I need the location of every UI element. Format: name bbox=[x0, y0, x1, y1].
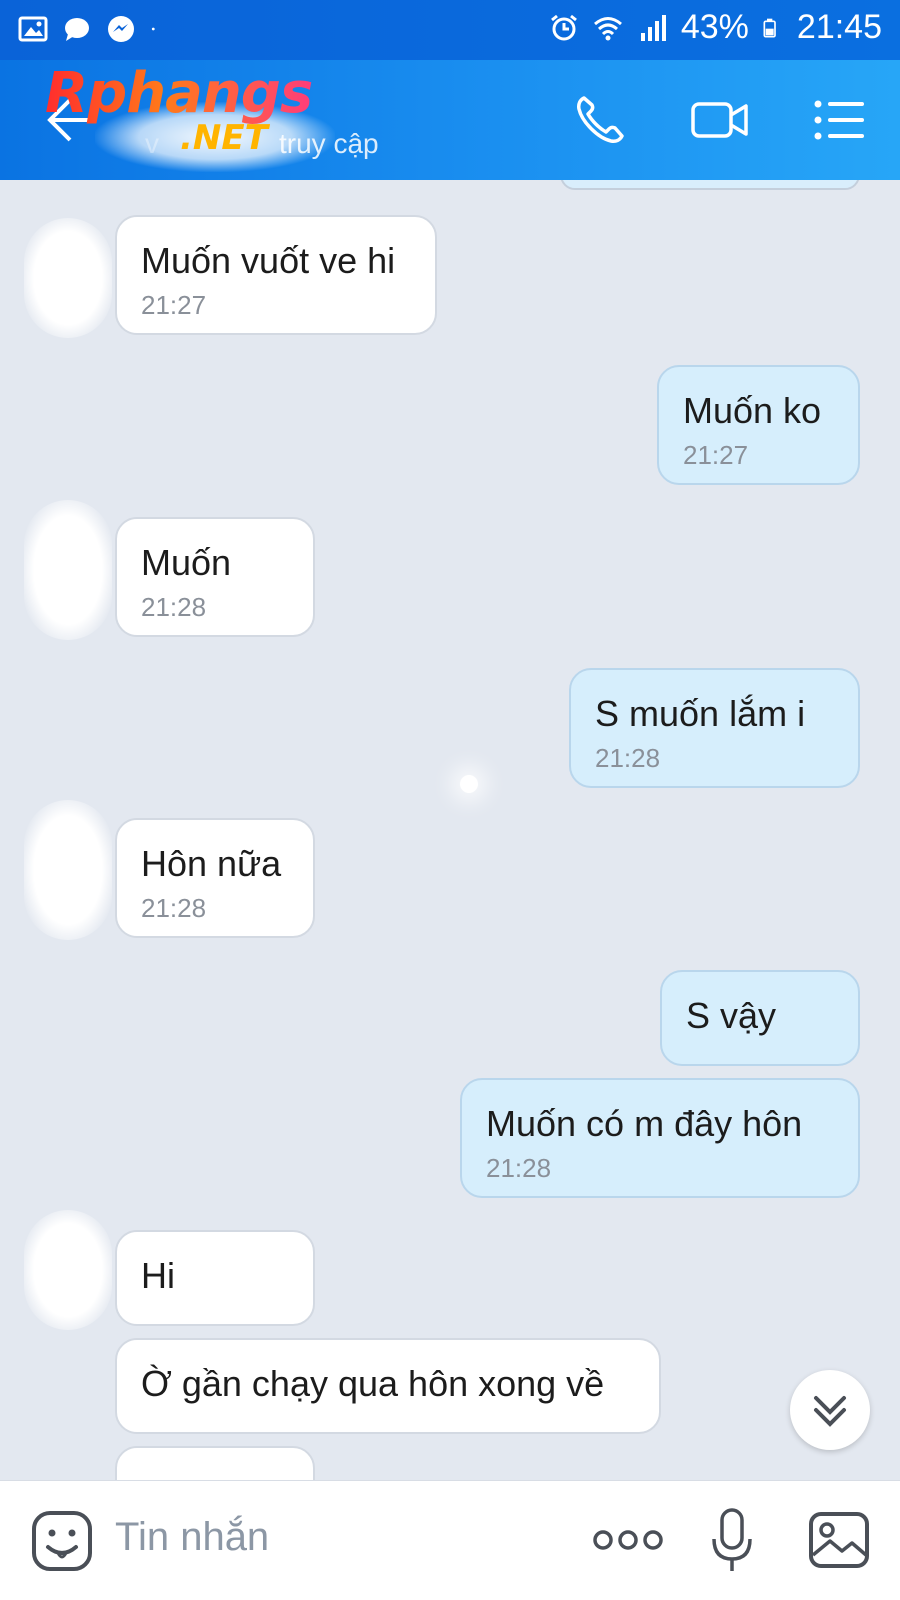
clock: 21:45 bbox=[796, 8, 882, 46]
gallery-icon bbox=[18, 16, 48, 42]
message-time: 21:28 bbox=[486, 1153, 552, 1183]
avatar[interactable] bbox=[24, 500, 112, 640]
message-time: 21:28 bbox=[595, 743, 661, 773]
message-time: 21:27 bbox=[141, 290, 207, 320]
message-bubble-outgoing[interactable]: S muốn lắm i 21:28 bbox=[569, 668, 860, 788]
message-bubble-partial bbox=[115, 1446, 315, 1480]
message-input[interactable]: Tin nhắn bbox=[115, 1515, 269, 1560]
dot-icon bbox=[151, 27, 155, 31]
message-input-bar: Tin nhắn bbox=[0, 1480, 900, 1600]
battery-icon bbox=[763, 18, 776, 37]
phone-icon[interactable] bbox=[570, 90, 630, 150]
message-text: Muốn có m đây hôn bbox=[486, 1103, 803, 1144]
message-bubble-incoming[interactable]: Hi bbox=[115, 1230, 315, 1326]
message-text: Muốn ko bbox=[683, 390, 822, 431]
message-text: Hôn nữa bbox=[141, 843, 282, 884]
microphone-icon[interactable] bbox=[710, 1507, 754, 1575]
alarm-icon bbox=[550, 14, 577, 40]
avatar[interactable] bbox=[24, 1210, 112, 1330]
messenger-icon bbox=[108, 16, 134, 42]
avatar[interactable] bbox=[24, 218, 112, 338]
status-bar: 43% 21:45 bbox=[0, 0, 900, 60]
emoji-icon[interactable] bbox=[30, 1509, 94, 1573]
message-list[interactable]: Muốn vuốt ve hi 21:27 Muốn ko 21:27 Muốn… bbox=[0, 180, 900, 1480]
wifi-icon bbox=[593, 16, 622, 40]
message-text: Hi bbox=[141, 1255, 175, 1296]
message-bubble-outgoing[interactable]: Muốn có m đây hôn 21:28 bbox=[460, 1078, 860, 1198]
chevron-double-down-icon bbox=[814, 1396, 846, 1427]
contact-status: v truy cập bbox=[145, 128, 379, 159]
message-bubble-outgoing[interactable]: Muốn ko 21:27 bbox=[657, 365, 860, 485]
message-bubble-incoming[interactable]: Muốn vuốt ve hi 21:27 bbox=[115, 215, 437, 335]
more-icon[interactable] bbox=[592, 1525, 664, 1555]
logo-main-text: Rphangs bbox=[45, 61, 313, 126]
message-bubble-partial bbox=[560, 180, 860, 190]
video-call-icon[interactable] bbox=[690, 90, 750, 150]
message-text: S muốn lắm i bbox=[595, 693, 806, 734]
glare-spot bbox=[460, 775, 478, 793]
message-time: 21:28 bbox=[141, 893, 207, 923]
scroll-to-bottom-button[interactable] bbox=[790, 1370, 870, 1450]
message-text: S vậy bbox=[686, 995, 777, 1036]
chat-bubble-icon bbox=[65, 18, 89, 41]
message-text: Muốn vuốt ve hi bbox=[141, 240, 396, 281]
menu-icon[interactable] bbox=[810, 90, 870, 150]
message-bubble-incoming[interactable]: Hôn nữa 21:28 bbox=[115, 818, 315, 938]
message-text: Muốn bbox=[141, 542, 232, 583]
message-bubble-outgoing[interactable]: S vậy bbox=[660, 970, 860, 1066]
message-bubble-incoming[interactable]: Muốn 21:28 bbox=[115, 517, 315, 637]
signal-icon bbox=[640, 14, 666, 41]
message-time: 21:27 bbox=[683, 440, 749, 470]
message-text: Ờ gần chạy qua hôn xong về bbox=[141, 1363, 605, 1404]
battery-percent: 43% bbox=[680, 8, 749, 46]
chat-header: Rphangs .NET v truy cập bbox=[0, 60, 900, 180]
avatar[interactable] bbox=[24, 800, 112, 940]
message-time: 21:28 bbox=[141, 592, 207, 622]
message-bubble-incoming[interactable]: Ờ gần chạy qua hôn xong về bbox=[115, 1338, 661, 1434]
image-icon[interactable] bbox=[808, 1511, 870, 1569]
